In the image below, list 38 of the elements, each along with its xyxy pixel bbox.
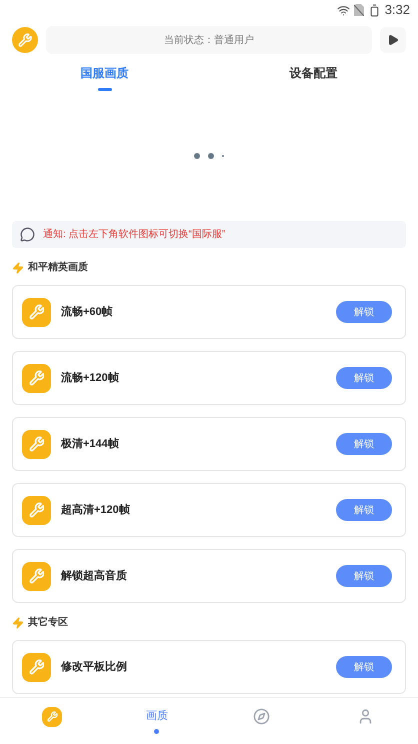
- unlock-button[interactable]: 解锁: [336, 499, 392, 521]
- compass-icon: [252, 708, 270, 725]
- unlock-button[interactable]: 解锁: [336, 301, 392, 323]
- play-icon: [387, 34, 399, 46]
- unlock-button[interactable]: 解锁: [336, 656, 392, 678]
- wrench-app-icon: [22, 298, 51, 326]
- unlock-button[interactable]: 解锁: [336, 433, 392, 455]
- wrench-app-icon: [22, 562, 51, 590]
- chat-bubble-icon: [20, 227, 35, 242]
- unlock-button[interactable]: 解锁: [336, 367, 392, 389]
- tab[interactable]: 设备配置: [209, 64, 418, 91]
- status-bar-field: 当前状态：普通用户: [46, 26, 372, 54]
- no-sim-icon: [354, 4, 364, 16]
- wrench-app-icon: [42, 706, 62, 726]
- feature-label: 超高清+120帧: [61, 502, 131, 518]
- lightning-icon: [12, 616, 24, 628]
- feature-label: 解锁超高音质: [61, 568, 128, 584]
- wifi-icon: [336, 4, 350, 16]
- wrench-app-icon: [22, 652, 51, 682]
- section-title: 其它专区: [28, 615, 68, 630]
- nav-tab[interactable]: 画质: [104, 698, 209, 744]
- feature-label: 流畅+60帧: [61, 304, 114, 320]
- loading-dots: [194, 153, 224, 159]
- wrench-app-icon: [12, 27, 38, 53]
- play-button[interactable]: [380, 27, 406, 53]
- clock-time: 3:32: [384, 1, 410, 20]
- feature-label: 流畅+120帧: [61, 370, 120, 386]
- wrench-app-icon: [22, 496, 51, 524]
- lightning-icon: [12, 262, 24, 274]
- feature-label: 修改平板比例: [61, 660, 128, 675]
- tab[interactable]: 国服画质: [0, 64, 209, 91]
- battery-icon: [368, 4, 381, 16]
- wrench-app-icon: [22, 364, 51, 392]
- section-title: 和平精英画质: [28, 260, 88, 275]
- feature-label: 极清+144帧: [61, 436, 120, 452]
- wrench-app-icon: [22, 430, 51, 458]
- notice-text: 通知: 点击左下角软件图标可切换“国际服”: [43, 228, 226, 242]
- unlock-button[interactable]: 解锁: [336, 565, 392, 587]
